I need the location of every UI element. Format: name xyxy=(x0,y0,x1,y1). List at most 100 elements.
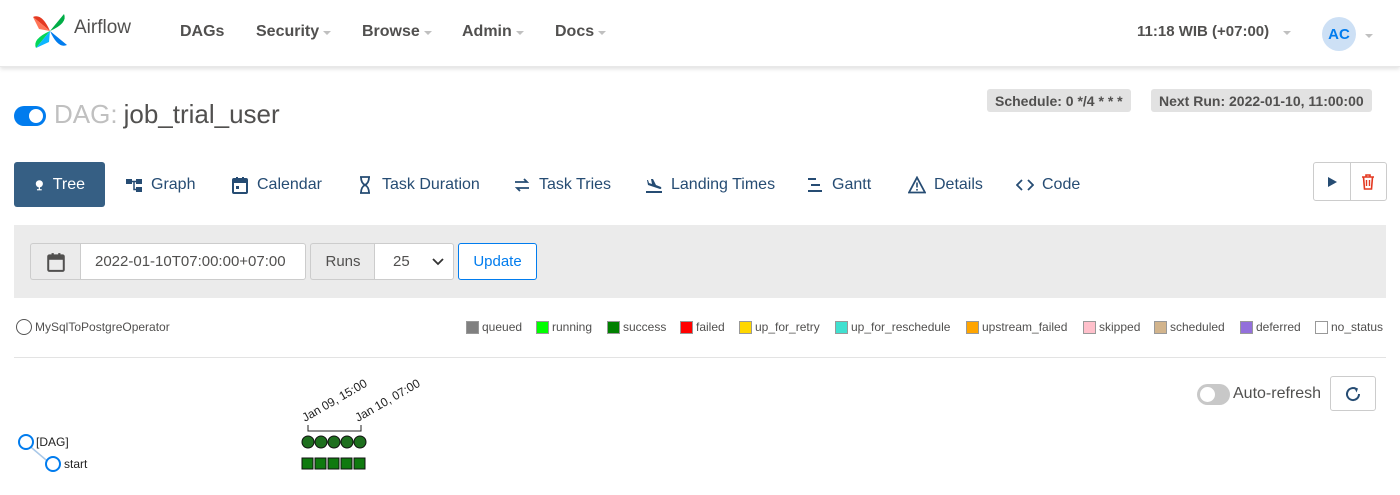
base-date-input[interactable]: 2022-01-10T07:00:00+07:00 xyxy=(80,243,306,280)
tab-graph[interactable]: Graph xyxy=(105,162,215,207)
nav-dags[interactable]: DAGs xyxy=(180,23,224,41)
dag-action-buttons xyxy=(1313,162,1387,201)
tab-calendar[interactable]: Calendar xyxy=(211,162,342,207)
tab-tree-label: Tree xyxy=(52,175,85,193)
legend-item-up-for-retry: up_for_retry xyxy=(739,320,820,334)
user-avatar[interactable]: AC xyxy=(1322,17,1356,51)
tab-details-label: Details xyxy=(934,175,983,193)
date-range-bracket xyxy=(307,425,362,432)
legend-label: queued xyxy=(482,320,523,334)
calendar-icon xyxy=(47,252,65,272)
task-instance-square[interactable] xyxy=(353,457,366,470)
tab-landing-times-label: Landing Times xyxy=(671,175,776,193)
dag-pause-toggle[interactable] xyxy=(14,106,46,126)
next-run-badge: Next Run: 2022-01-10, 11:00:00 xyxy=(1151,89,1372,112)
calendar-icon xyxy=(232,176,248,194)
warning-icon xyxy=(908,175,926,193)
legend-swatch xyxy=(835,320,848,334)
dag-id: job_trial_user xyxy=(123,99,280,129)
legend-label: no_status xyxy=(1331,320,1384,334)
tab-task-tries-label: Task Tries xyxy=(539,175,612,193)
plane-landing-icon xyxy=(646,178,662,193)
caret-down-icon xyxy=(323,31,332,35)
num-runs-select[interactable]: 25 xyxy=(374,243,454,280)
operator-label: MySqlToPostgreOperator xyxy=(35,320,170,334)
tree-filter-bar: 2022-01-10T07:00:00+07:00 Runs 25 Update xyxy=(14,225,1386,298)
tab-gantt[interactable]: Gantt xyxy=(786,162,891,207)
tab-task-duration[interactable]: Task Duration xyxy=(336,162,500,207)
hourglass-icon xyxy=(360,175,370,194)
legend-swatch xyxy=(1240,320,1253,334)
graph-icon xyxy=(126,178,142,192)
play-icon xyxy=(1327,176,1337,187)
chevron-down-icon xyxy=(432,258,444,266)
start-node-label: start xyxy=(64,457,88,471)
legend-label: scheduled xyxy=(1170,320,1225,334)
legend-label: upstream_failed xyxy=(982,320,1068,334)
operator-legend: MySqlToPostgreOperator xyxy=(16,319,170,335)
tab-code-label: Code xyxy=(1042,175,1081,193)
brand-name: Airflow xyxy=(74,17,132,38)
timezone-dropdown[interactable]: 11:18 WIB (+07:00) xyxy=(1137,23,1292,40)
tab-code[interactable]: Code xyxy=(996,162,1100,207)
caret-down-icon xyxy=(1283,30,1292,35)
dag-run-circle[interactable] xyxy=(301,435,315,449)
dag-node-circle[interactable] xyxy=(18,434,34,450)
legend-swatch xyxy=(739,320,752,334)
legend-label: success xyxy=(623,320,667,334)
nav-admin[interactable]: Admin xyxy=(462,23,524,41)
tab-task-tries[interactable]: Task Tries xyxy=(493,162,631,207)
toggle-knob xyxy=(1200,387,1215,402)
legend-swatch xyxy=(1154,320,1167,334)
brand[interactable]: Airflow xyxy=(30,11,131,51)
legend-item-scheduled: scheduled xyxy=(1154,320,1225,334)
task-instance-square[interactable] xyxy=(314,457,327,470)
nav-browse[interactable]: Browse xyxy=(362,23,432,41)
legend-label: deferred xyxy=(1256,320,1301,334)
task-instance-square[interactable] xyxy=(327,457,340,470)
legend-label: skipped xyxy=(1099,320,1141,334)
legend-item-upstream-failed: upstream_failed xyxy=(966,320,1067,334)
dag-run-circle[interactable] xyxy=(314,435,328,449)
trash-icon xyxy=(1362,173,1375,190)
dag-prefix: DAG: xyxy=(54,99,118,129)
task-instance-square[interactable] xyxy=(340,457,353,470)
tab-tree[interactable]: Tree xyxy=(14,162,105,207)
legend-swatch xyxy=(680,320,693,334)
retry-icon xyxy=(514,177,530,192)
delete-dag-button[interactable] xyxy=(1349,163,1386,200)
tab-gantt-label: Gantt xyxy=(832,175,872,193)
caret-down-icon xyxy=(515,31,524,35)
start-node-circle[interactable] xyxy=(45,456,61,472)
tab-details[interactable]: Details xyxy=(888,162,1003,207)
tab-landing-times[interactable]: Landing Times xyxy=(625,162,795,207)
dag-run-circle[interactable] xyxy=(353,435,367,449)
divider xyxy=(14,357,1386,358)
num-runs-value: 25 xyxy=(393,253,410,270)
current-time: 11:18 WIB (+07:00) xyxy=(1137,23,1270,40)
dag-run-circle[interactable] xyxy=(327,435,341,449)
refresh-button[interactable] xyxy=(1330,376,1376,411)
legend-label: running xyxy=(552,320,593,334)
caret-down-icon xyxy=(423,31,432,35)
nav-docs[interactable]: Docs xyxy=(555,23,607,41)
task-instance-square[interactable] xyxy=(301,457,314,470)
trigger-dag-button[interactable] xyxy=(1314,163,1350,200)
legend-item-running: running xyxy=(536,320,592,334)
caret-down-icon xyxy=(598,31,607,35)
legend-swatch xyxy=(1315,320,1328,334)
legend-swatch xyxy=(536,320,549,334)
legend-item-failed: failed xyxy=(680,320,725,334)
legend-label: failed xyxy=(696,320,725,334)
update-button[interactable]: Update xyxy=(458,243,537,280)
auto-refresh-toggle[interactable] xyxy=(1197,384,1230,405)
gantt-icon xyxy=(808,177,822,192)
date-picker-button[interactable] xyxy=(30,243,81,280)
tab-calendar-label: Calendar xyxy=(257,175,322,193)
schedule-badge: Schedule: 0 */4 * * * xyxy=(987,89,1131,112)
dag-run-circle[interactable] xyxy=(340,435,354,449)
tab-graph-label: Graph xyxy=(151,175,196,193)
tab-task-duration-label: Task Duration xyxy=(382,175,480,193)
nav-security[interactable]: Security xyxy=(256,23,332,41)
legend-item-skipped: skipped xyxy=(1083,320,1140,334)
